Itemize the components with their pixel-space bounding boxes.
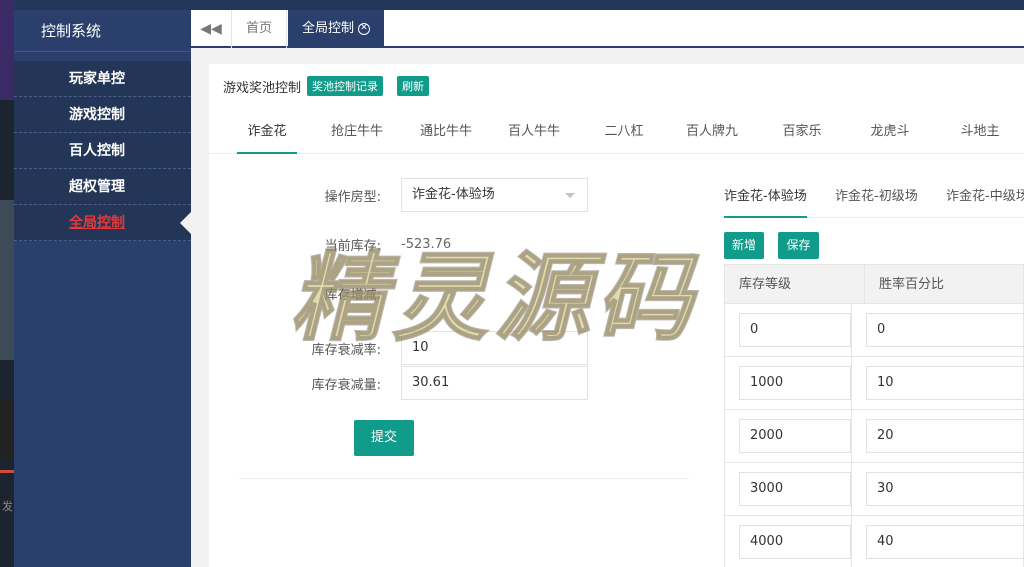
watermark: 精灵源码 <box>289 241 698 355</box>
close-icon[interactable]: ✕ <box>358 22 371 35</box>
table-row: 1000 10 <box>724 357 1024 410</box>
left-strip-text: 发 <box>2 500 13 513</box>
sidebar-item-super-admin[interactable]: 超权管理 <box>14 169 191 205</box>
column-stock-level: 库存等级 <box>725 265 865 303</box>
pool-records-button[interactable]: 奖池控制记录 <box>307 76 384 96</box>
tab-room-trial[interactable]: 诈金花-体验场 <box>724 176 807 218</box>
left-background-strip: 发 <box>0 0 14 567</box>
room-tabs: 诈金花-体验场 诈金花-初级场 诈金花-中级场 <box>724 176 1024 218</box>
refresh-button[interactable]: 刷新 <box>397 76 430 96</box>
column-win-rate: 胜率百分比 <box>879 277 945 292</box>
tab-game-lhd[interactable]: 龙虎斗 <box>860 110 920 154</box>
tab-game-ebg[interactable]: 二八杠 <box>594 110 654 154</box>
add-level-button[interactable]: 新增 <box>724 232 764 259</box>
table-row: 0 0 <box>724 304 1024 357</box>
stock-level-input[interactable]: 0 <box>739 313 851 347</box>
sidebar-item-global-control[interactable]: 全局控制 <box>14 205 191 241</box>
decay-amount-label: 库存衰减量: <box>311 377 381 393</box>
table-row: 3000 30 <box>724 463 1024 516</box>
decay-amount-input[interactable]: 30.61 <box>401 366 588 400</box>
tab-global-control[interactable]: 全局控制 ✕ <box>288 10 385 48</box>
chevron-down-icon <box>565 193 575 198</box>
room-type-label: 操作房型: <box>324 189 381 205</box>
table-row: 4000 40 <box>724 516 1024 567</box>
tab-global-label: 全局控制 <box>302 21 355 36</box>
win-rate-input[interactable]: 20 <box>866 419 1024 453</box>
tab-scroll-left-icon[interactable]: ◀◀ <box>191 10 232 48</box>
sidebar-item-hundred-control[interactable]: 百人控制 <box>14 133 191 169</box>
tab-game-brnn[interactable]: 百人牛牛 <box>499 110 569 154</box>
stock-level-input[interactable]: 1000 <box>739 366 851 400</box>
tab-game-zjh[interactable]: 诈金花 <box>237 110 297 154</box>
tab-game-qznn[interactable]: 抢庄牛牛 <box>322 110 392 154</box>
room-type-row: 操作房型: 诈金花-体验场 <box>281 178 588 212</box>
tab-bar: ◀◀ 首页 全局控制 ✕ <box>191 10 1024 48</box>
tab-room-beginner[interactable]: 诈金花-初级场 <box>835 176 918 218</box>
win-rate-input[interactable]: 10 <box>866 366 1024 400</box>
submit-button[interactable]: 提交 <box>354 420 414 456</box>
win-rate-input[interactable]: 30 <box>866 472 1024 506</box>
stock-level-input[interactable]: 2000 <box>739 419 851 453</box>
sidebar-item-player-control[interactable]: 玩家单控 <box>14 61 191 97</box>
page-title: 游戏奖池控制 <box>223 80 302 96</box>
decay-amount-row: 库存衰减量: 30.61 <box>281 366 588 400</box>
win-rate-input[interactable]: 40 <box>866 525 1024 559</box>
save-button[interactable]: 保存 <box>778 232 819 259</box>
tab-game-ddz[interactable]: 斗地主 <box>950 110 1010 154</box>
stock-level-table: 库存等级 胜率百分比 0 0 1000 10 2000 20 3000 30 4… <box>724 264 1024 567</box>
tab-game-brpj[interactable]: 百人牌九 <box>677 110 747 154</box>
tab-game-tbnn[interactable]: 通比牛牛 <box>411 110 481 154</box>
form-divider <box>239 478 689 479</box>
sidebar-title: 控制系统 <box>14 10 191 52</box>
sidebar: 控制系统 玩家单控 游戏控制 百人控制 超权管理 全局控制 <box>14 10 191 567</box>
sidebar-item-game-control[interactable]: 游戏控制 <box>14 97 191 133</box>
win-rate-input[interactable]: 0 <box>866 313 1024 347</box>
pool-header: 游戏奖池控制 奖池控制记录 刷新 <box>223 76 430 96</box>
stock-level-input[interactable]: 4000 <box>739 525 851 559</box>
stock-level-input[interactable]: 3000 <box>739 472 851 506</box>
tab-room-intermediate[interactable]: 诈金花-中级场 <box>946 176 1024 218</box>
table-row: 2000 20 <box>724 410 1024 463</box>
room-type-value: 诈金花-体验场 <box>412 187 495 202</box>
tab-game-bjl[interactable]: 百家乐 <box>772 110 832 154</box>
table-header: 库存等级 胜率百分比 <box>724 264 1024 304</box>
game-tabs: 诈金花 抢庄牛牛 通比牛牛 百人牛牛 二八杠 百人牌九 百家乐 龙虎斗 斗地主 <box>209 110 1024 154</box>
tab-home[interactable]: 首页 <box>232 10 288 48</box>
top-band <box>0 0 1024 10</box>
room-type-select[interactable]: 诈金花-体验场 <box>401 178 588 212</box>
